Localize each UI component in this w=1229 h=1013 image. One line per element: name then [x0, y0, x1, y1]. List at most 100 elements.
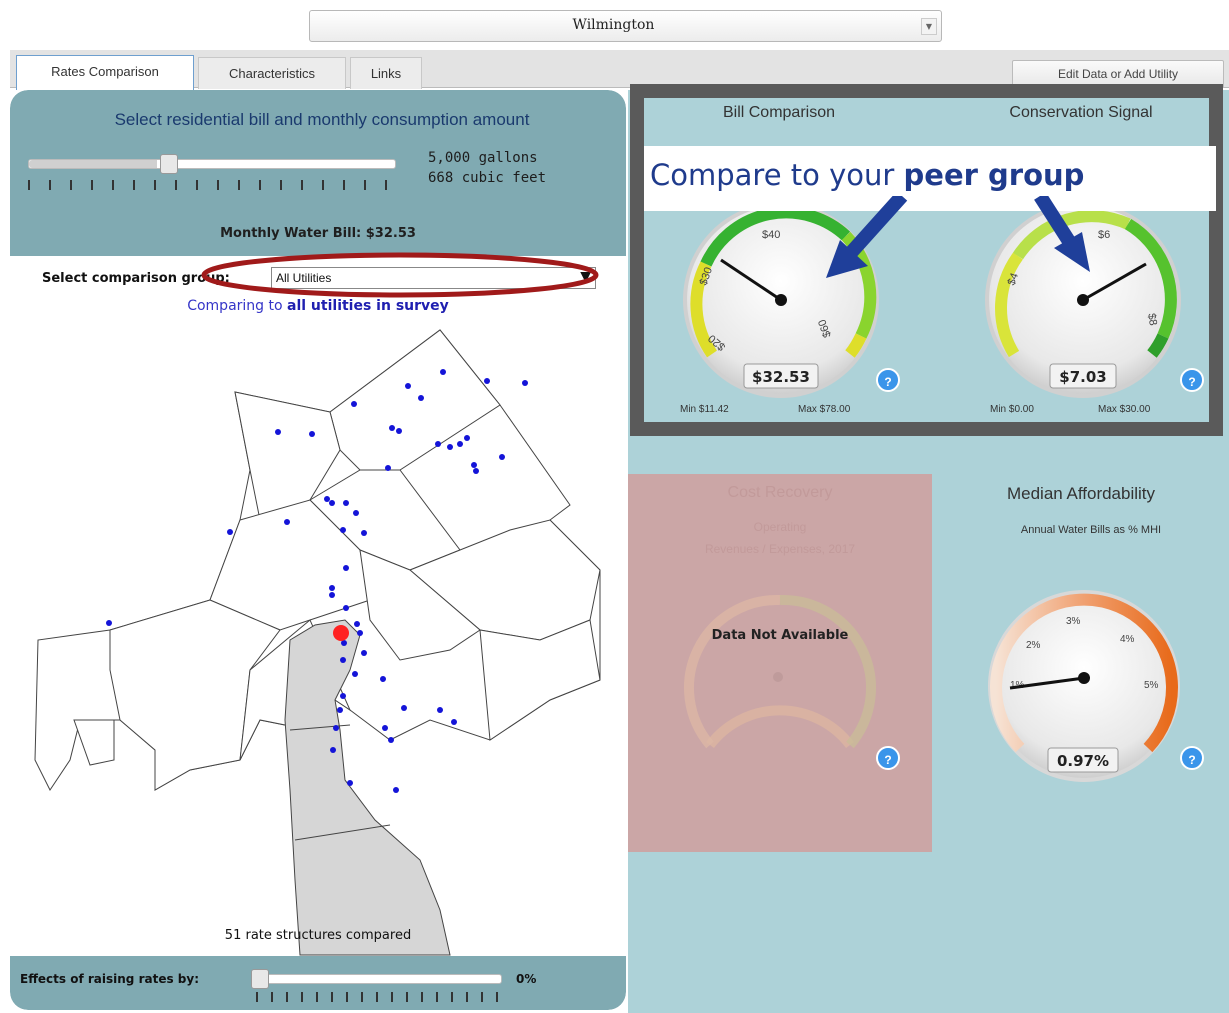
affordability-value: 0.97%: [1057, 752, 1109, 770]
utility-dot[interactable]: [340, 693, 346, 699]
utility-dot[interactable]: [499, 454, 505, 460]
cost-recovery-sub2: Revenues / Expenses, 2017: [704, 542, 856, 556]
utility-dot[interactable]: [354, 621, 360, 627]
utility-dot[interactable]: [435, 441, 441, 447]
comparing-target: all utilities in survey: [287, 298, 449, 314]
utility-dot[interactable]: [437, 707, 443, 713]
affordability-title: Median Affordability: [1006, 484, 1156, 503]
location-select[interactable]: Wilmington ▼: [309, 10, 942, 42]
utility-dot[interactable]: [418, 395, 424, 401]
tab-rates-comparison[interactable]: Rates Comparison: [16, 55, 194, 90]
affordability-gauge: 3% 2% 4% 1% 5% 0.97%: [988, 590, 1180, 782]
bill-min: Min $11.42: [680, 404, 729, 415]
utility-dot[interactable]: [330, 747, 336, 753]
utility-dot[interactable]: [471, 462, 477, 468]
utility-dot[interactable]: [484, 378, 490, 384]
utility-dot[interactable]: [451, 719, 457, 725]
utility-dot[interactable]: [357, 630, 363, 636]
afford-tick-3: 3%: [1066, 616, 1081, 627]
utility-dot[interactable]: [447, 444, 453, 450]
utility-dot[interactable]: [351, 401, 357, 407]
slider-ticks: [28, 180, 400, 190]
raise-rates-section: Effects of raising rates by: 0%: [10, 956, 626, 1010]
raise-rates-slider[interactable]: [251, 969, 502, 989]
cost-recovery-title: Cost Recovery: [727, 484, 833, 501]
consumption-slider[interactable]: [28, 154, 396, 174]
cost-recovery-help-icon[interactable]: ?: [876, 746, 900, 770]
utility-dot[interactable]: [396, 428, 402, 434]
utility-dot[interactable]: [343, 500, 349, 506]
afford-tick-4: 4%: [1120, 634, 1135, 645]
callout-arrows: [826, 196, 1090, 278]
afford-tick-2: 2%: [1026, 640, 1041, 651]
consumption-section: Select residential bill and monthly cons…: [10, 90, 626, 256]
bill-gauge-title: Bill Comparison: [722, 104, 836, 121]
utility-dot[interactable]: [284, 519, 290, 525]
utility-dot[interactable]: [393, 787, 399, 793]
utility-dot[interactable]: [401, 705, 407, 711]
consumption-heading: Select residential bill and monthly cons…: [114, 110, 530, 129]
utility-dot[interactable]: [352, 671, 358, 677]
utility-dot[interactable]: [324, 496, 330, 502]
comparing-text: Comparing to all utilities in survey: [10, 298, 626, 314]
utility-dot[interactable]: [333, 725, 339, 731]
utility-map[interactable]: [10, 320, 626, 960]
utility-dot[interactable]: [382, 725, 388, 731]
location-select-value: Wilmington: [572, 17, 655, 33]
cons-tick-8: $8: [1145, 312, 1159, 326]
callout-bold: peer group: [903, 158, 1085, 192]
utility-dot[interactable]: [343, 565, 349, 571]
utility-dot[interactable]: [340, 527, 346, 533]
bill-help-icon[interactable]: ?: [876, 368, 900, 392]
utility-dot[interactable]: [227, 529, 233, 535]
affordability-help-icon[interactable]: ?: [1180, 746, 1204, 770]
cost-recovery-sub1: Operating: [753, 520, 807, 534]
monthly-bill-label: Monthly Water Bill: $32.53: [220, 226, 416, 241]
utility-dot[interactable]: [340, 657, 346, 663]
utility-dot[interactable]: [329, 585, 335, 591]
tab-links[interactable]: Links: [350, 57, 422, 89]
callout-prefix: Compare to your: [650, 158, 895, 192]
utility-dot[interactable]: [347, 780, 353, 786]
utility-dot[interactable]: [380, 676, 386, 682]
utility-dot[interactable]: [385, 465, 391, 471]
utility-dot[interactable]: [106, 620, 112, 626]
utility-dot[interactable]: [275, 429, 281, 435]
raise-rates-label: Effects of raising rates by:: [20, 972, 199, 986]
afford-tick-5: 5%: [1144, 680, 1159, 691]
conservation-min: Min $0.00: [990, 404, 1034, 415]
selected-utility-marker[interactable]: [333, 625, 349, 641]
consumption-slider-handle[interactable]: [160, 154, 178, 174]
utility-dot[interactable]: [457, 441, 463, 447]
utility-dot[interactable]: [353, 510, 359, 516]
utility-dot[interactable]: [361, 650, 367, 656]
conservation-gauge-value: $7.03: [1059, 368, 1106, 386]
utility-dot[interactable]: [473, 468, 479, 474]
conservation-help-icon[interactable]: ?: [1180, 368, 1204, 392]
raise-rates-handle[interactable]: [251, 969, 269, 989]
utility-dot[interactable]: [337, 707, 343, 713]
utility-dot[interactable]: [405, 383, 411, 389]
utility-dot[interactable]: [329, 592, 335, 598]
raise-rates-value: 0%: [516, 972, 537, 986]
utility-dot[interactable]: [389, 425, 395, 431]
utility-dot[interactable]: [440, 369, 446, 375]
utility-dot[interactable]: [464, 435, 470, 441]
tab-characteristics[interactable]: Characteristics: [198, 57, 346, 89]
utility-dot[interactable]: [309, 431, 315, 437]
bill-gauge-value: $32.53: [752, 368, 810, 386]
bill-tick-40: $40: [762, 229, 780, 241]
gallons-label: 5,000 gallons: [428, 150, 538, 166]
utility-dot[interactable]: [361, 530, 367, 536]
rates-panel: Select residential bill and monthly cons…: [10, 90, 626, 1010]
utility-dot[interactable]: [522, 380, 528, 386]
chevron-down-icon[interactable]: ▼: [921, 18, 937, 35]
comparing-prefix: Comparing to: [187, 298, 283, 314]
utility-dot[interactable]: [388, 737, 394, 743]
affordability-subtitle: Annual Water Bills as % MHI: [1020, 524, 1162, 536]
cost-recovery-gauge: [684, 594, 876, 749]
bill-max: Max $78.00: [798, 404, 851, 415]
data-not-available: Data Not Available: [711, 628, 849, 643]
utility-dot[interactable]: [329, 500, 335, 506]
utility-dot[interactable]: [343, 605, 349, 611]
